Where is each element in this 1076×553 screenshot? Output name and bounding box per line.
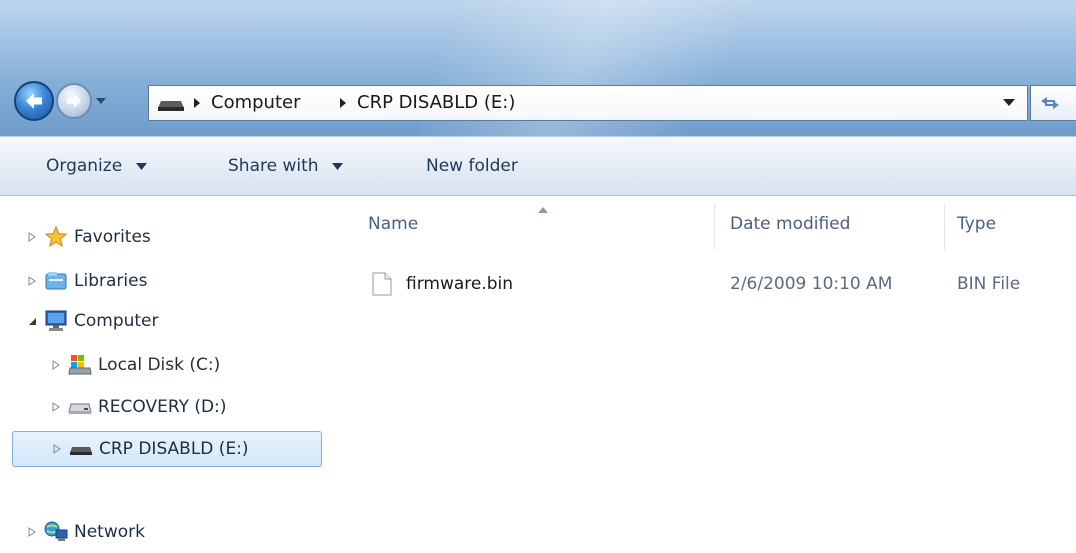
recent-pages-button[interactable] [94,94,108,108]
nav-label: Computer [74,311,159,331]
share-with-label: Share with [228,156,319,176]
nav-item-local-disk-c[interactable]: Local Disk (C:) [50,350,220,380]
chevron-down-icon [96,98,106,104]
file-row[interactable]: firmware.bin 2/6/2009 10:10 AM BIN File [368,268,1076,302]
nav-item-recovery-d[interactable]: RECOVERY (D:) [50,392,226,422]
address-dropdown-icon[interactable] [1003,98,1015,107]
breadcrumb-arrow-icon [194,98,200,108]
drive-icon [68,396,92,418]
file-name: firmware.bin [406,274,514,294]
computer-icon [44,310,68,332]
nav-label: Favorites [74,227,151,247]
nav-label: CRP DISABLD (E:) [99,439,249,459]
column-divider[interactable] [714,204,715,250]
column-header-name[interactable]: Name [368,214,418,234]
organize-label: Organize [46,156,123,176]
refresh-button[interactable] [1030,85,1076,121]
back-button[interactable] [14,81,54,121]
breadcrumb-arrow-icon [340,98,346,108]
forward-arrow-icon [66,93,82,109]
nav-label: RECOVERY (D:) [98,397,227,417]
expand-arrow-icon[interactable] [26,526,38,538]
share-with-button[interactable]: Share with [228,156,343,176]
removable-drive-icon [69,438,93,460]
address-bar[interactable]: Computer CRP DISABLD (E:) [148,85,1028,121]
nav-item-favorites[interactable]: Favorites [26,222,151,252]
chevron-down-icon [331,162,343,170]
expand-arrow-icon[interactable] [26,275,38,287]
command-toolbar: Organize Share with New folder [0,136,1076,196]
column-header-date-modified[interactable]: Date modified [730,214,850,234]
back-arrow-icon [26,93,42,109]
chevron-down-icon [135,162,147,170]
column-header-type[interactable]: Type [957,214,996,234]
removable-drive-icon [158,101,184,111]
nav-item-computer[interactable]: Computer [26,306,159,336]
title-bar: Computer CRP DISABLD (E:) [0,0,1076,136]
file-date-modified: 2/6/2009 10:10 AM [730,274,893,294]
forward-button[interactable] [56,83,92,119]
nav-item-network[interactable]: Network [26,517,145,547]
local-disk-icon [68,354,92,376]
star-icon [44,226,68,248]
new-folder-button[interactable]: New folder [426,156,518,176]
navigation-pane: Favorites Libraries Computer Local Disk … [0,196,330,553]
nav-item-libraries[interactable]: Libraries [26,266,147,296]
expand-arrow-icon[interactable] [26,231,38,243]
network-icon [44,521,68,543]
nav-label: Local Disk (C:) [98,355,221,375]
file-icon [372,272,392,296]
organize-button[interactable]: Organize [46,156,147,176]
libraries-icon [44,270,68,292]
nav-label: Network [74,522,145,542]
file-list: Name Date modified Type firmware.bin 2/6… [340,196,1076,553]
expand-arrow-icon[interactable] [50,359,62,371]
expand-arrow-icon[interactable] [50,401,62,413]
sort-ascending-icon [538,198,548,217]
file-type: BIN File [957,274,1021,294]
column-divider[interactable] [944,204,945,250]
refresh-icon [1041,97,1059,109]
breadcrumb-crp-disabld[interactable]: CRP DISABLD (E:) [357,92,515,113]
new-folder-label: New folder [426,156,518,176]
expand-arrow-icon[interactable] [51,443,63,455]
nav-item-crp-disabld-e[interactable]: CRP DISABLD (E:) [12,431,322,467]
breadcrumb-computer[interactable]: Computer [211,92,300,113]
nav-label: Libraries [74,271,148,291]
collapse-arrow-icon[interactable] [26,315,38,327]
